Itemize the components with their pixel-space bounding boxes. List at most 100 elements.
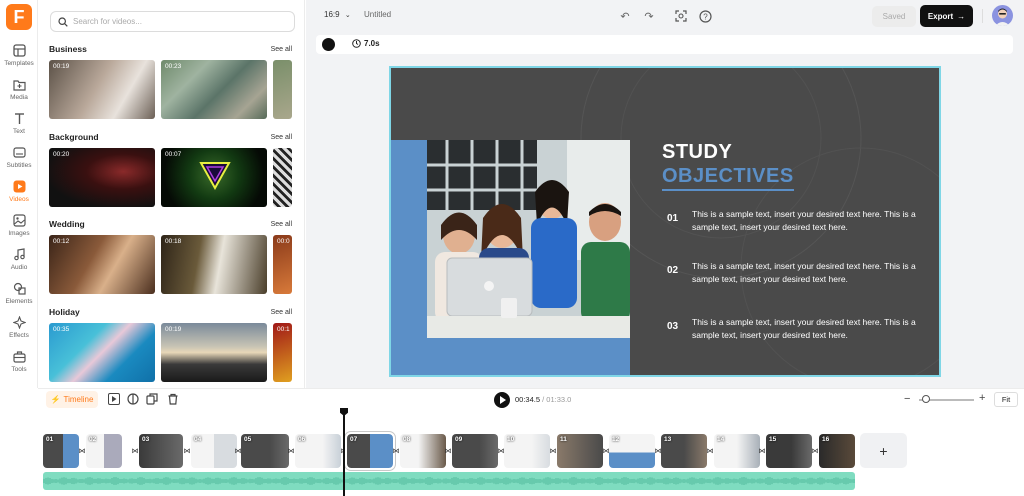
timeline-clip[interactable]: 03	[139, 434, 183, 468]
rail-item-images[interactable]: Images	[0, 213, 38, 243]
timeline-clip[interactable]: 04	[191, 434, 237, 468]
clip-number: 15	[769, 436, 777, 443]
video-thumbnail[interactable]: 00:19	[161, 323, 267, 382]
objective-number[interactable]: 01	[667, 213, 678, 224]
rail-item-videos[interactable]: Videos	[0, 179, 38, 209]
video-thumbnail[interactable]: 00:07	[161, 148, 267, 207]
timeline-clip[interactable]: 05	[241, 434, 289, 468]
category-title: Holiday	[49, 307, 80, 317]
objective-number[interactable]: 02	[667, 265, 678, 276]
aspect-ratio-dropdown[interactable]: 16:9 ⌄	[324, 10, 351, 19]
zoom-out-icon[interactable]: −	[904, 393, 910, 405]
add-clip-button[interactable]: +	[860, 433, 907, 468]
transition-icon[interactable]: ⋈	[287, 446, 295, 455]
video-thumbnail[interactable]: 00:12	[49, 235, 155, 294]
video-thumbnail[interactable]: 00:18	[161, 235, 267, 294]
timeline-clip[interactable]: 01	[43, 434, 79, 468]
video-thumbnail[interactable]: 00:0	[273, 235, 292, 294]
rail-label: Effects	[9, 332, 29, 339]
user-avatar[interactable]	[992, 5, 1013, 26]
see-all-link[interactable]: See all	[271, 221, 292, 228]
playhead-handle[interactable]	[340, 408, 348, 416]
rail-item-media[interactable]: Media	[0, 77, 38, 107]
objective-number[interactable]: 03	[667, 321, 678, 332]
zoom-in-icon[interactable]: +	[979, 392, 985, 404]
video-thumbnail[interactable]: 00:23	[161, 60, 267, 119]
timeline-clip[interactable]: 08	[400, 434, 446, 468]
transition-icon[interactable]: ⋈	[758, 446, 766, 455]
clip-number: 16	[822, 436, 830, 443]
objective-text[interactable]: This is a sample text, insert your desir…	[692, 316, 932, 341]
team-photo[interactable]	[427, 140, 630, 338]
help-icon[interactable]: ?	[698, 9, 712, 23]
transition-icon[interactable]: ⋈	[444, 446, 452, 455]
transition-icon[interactable]: ⋈	[549, 446, 557, 455]
redo-icon[interactable]: ↷	[642, 9, 656, 23]
duplicate-icon[interactable]	[146, 393, 158, 408]
video-thumbnail[interactable]	[273, 60, 292, 119]
video-thumbnail[interactable]	[273, 148, 292, 207]
timeline-tab[interactable]: ⚡ Timeline	[46, 391, 98, 408]
slide-title-line1[interactable]: STUDY	[662, 141, 732, 164]
video-thumbnail[interactable]: 00:20	[49, 148, 155, 207]
rail-item-tools[interactable]: Tools	[0, 349, 38, 379]
video-duration: 00:35	[53, 326, 70, 333]
transition-icon[interactable]: ⋈	[706, 446, 714, 455]
project-title[interactable]: Untitled	[364, 10, 391, 19]
add-media-icon[interactable]	[108, 393, 120, 405]
media-icon	[12, 77, 26, 91]
fit-button[interactable]: Fit	[994, 392, 1018, 407]
search-box[interactable]	[50, 11, 295, 32]
split-icon[interactable]	[127, 393, 139, 408]
undo-icon[interactable]: ↶	[618, 9, 632, 23]
scene-duration[interactable]: 7.0s	[352, 39, 380, 48]
video-thumbnail[interactable]: 00:1	[273, 323, 292, 382]
timeline-clip[interactable]: 06	[295, 434, 341, 468]
see-all-link[interactable]: See all	[271, 309, 292, 316]
see-all-link[interactable]: See all	[271, 134, 292, 141]
rail-item-templates[interactable]: Templates	[0, 43, 38, 73]
export-button[interactable]: Export →	[920, 5, 973, 27]
audio-track[interactable]	[43, 472, 855, 490]
background-color-swatch[interactable]	[322, 38, 335, 51]
timeline-clip[interactable]: 13	[661, 434, 707, 468]
clip-number: 13	[664, 436, 672, 443]
timeline-clip[interactable]: 09	[452, 434, 498, 468]
rail-label: Media	[10, 94, 28, 101]
delete-icon[interactable]	[167, 393, 179, 408]
play-button[interactable]	[494, 392, 510, 408]
rail-item-text[interactable]: Text	[0, 111, 38, 141]
rail-item-audio[interactable]: Audio	[0, 247, 38, 277]
app-logo[interactable]: F	[6, 4, 32, 30]
transition-icon[interactable]: ⋈	[811, 446, 819, 455]
video-thumbnail[interactable]: 00:35	[49, 323, 155, 382]
rail-item-effects[interactable]: Effects	[0, 315, 38, 345]
transition-icon[interactable]: ⋈	[78, 446, 86, 455]
timeline-clip-selected[interactable]: 07	[345, 432, 395, 470]
timeline-clip[interactable]: 11	[557, 434, 603, 468]
see-all-link[interactable]: See all	[271, 46, 292, 53]
slide-title-line2[interactable]: OBJECTIVES	[662, 165, 794, 191]
playhead[interactable]	[343, 410, 345, 496]
transition-icon[interactable]: ⋈	[392, 446, 400, 455]
transition-icon[interactable]: ⋈	[183, 446, 191, 455]
timeline-clip[interactable]: 10	[504, 434, 550, 468]
timeline-clip[interactable]: 02	[86, 434, 122, 468]
video-thumbnail[interactable]: 00:19	[49, 60, 155, 119]
slide-canvas[interactable]: STUDY OBJECTIVES 01 This is a sample tex…	[389, 66, 941, 377]
objective-text[interactable]: This is a sample text, insert your desir…	[692, 260, 932, 285]
screenshot-icon[interactable]	[674, 9, 688, 23]
saved-button[interactable]: Saved	[872, 6, 916, 27]
search-input[interactable]	[73, 17, 273, 26]
video-duration: 00:0	[277, 238, 290, 245]
timeline-clip[interactable]: 12	[609, 434, 655, 468]
timeline-clip[interactable]: 14	[714, 434, 760, 468]
transition-icon[interactable]: ⋈	[131, 446, 139, 455]
timeline-clip[interactable]: 16	[819, 434, 855, 468]
zoom-slider-handle[interactable]	[922, 395, 930, 403]
timeline-clip[interactable]: 15	[766, 434, 812, 468]
rail-item-elements[interactable]: Elements	[0, 281, 38, 311]
rail-item-subtitles[interactable]: Subtitles	[0, 145, 38, 175]
timeline-toolbar: ⚡ Timeline 00:34.5 / 01:33.0 − + Fit	[38, 388, 1024, 410]
objective-text[interactable]: This is a sample text, insert your desir…	[692, 208, 932, 233]
